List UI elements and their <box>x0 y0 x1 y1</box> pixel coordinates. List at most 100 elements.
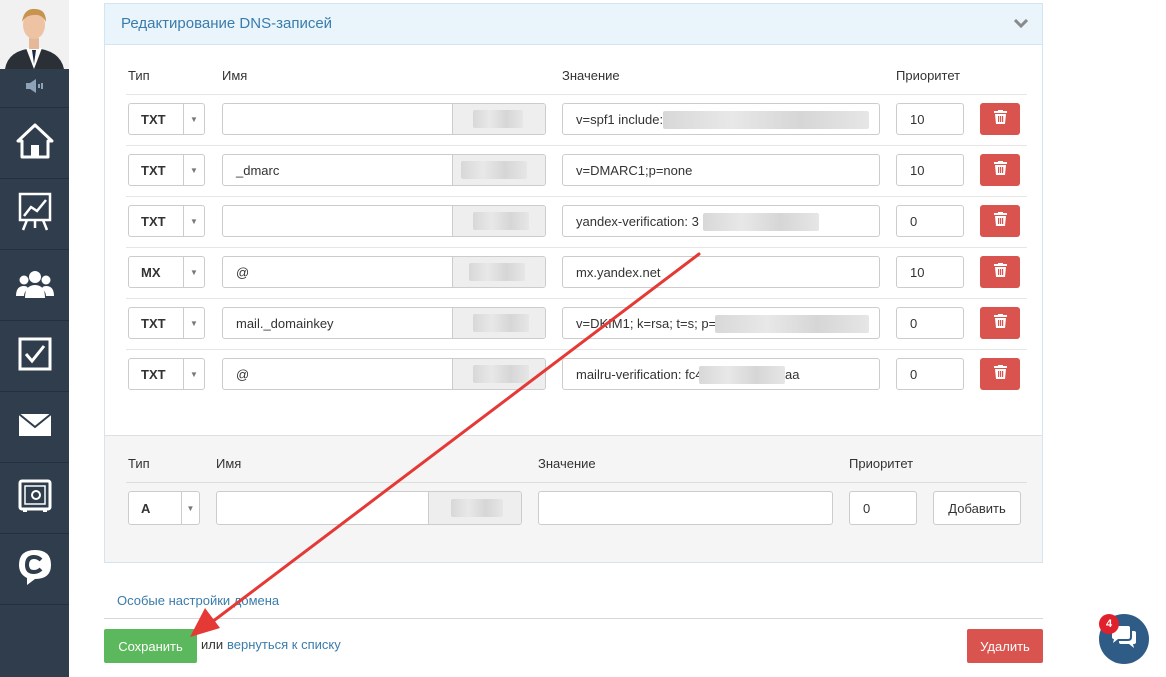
trash-icon <box>993 109 1007 129</box>
record-value-text: mx.yandex.net <box>576 265 661 280</box>
record-value-input[interactable]: mailru-verification: fc4 aa <box>562 358 880 390</box>
record-priority-value: 0 <box>910 367 918 382</box>
record-priority-input[interactable]: 10 <box>896 154 964 186</box>
back-to-list-link[interactable]: вернуться к списку <box>227 637 341 652</box>
record-type-select[interactable]: MX ▼ <box>128 256 205 288</box>
new-record-type-value: A <box>141 501 151 516</box>
record-priority-input[interactable]: 10 <box>896 103 964 135</box>
record-priority-input[interactable]: 0 <box>896 358 964 390</box>
nav-mail[interactable] <box>0 392 69 463</box>
avatar[interactable] <box>0 0 69 69</box>
domain-suffix <box>428 492 521 524</box>
record-priority-value: 0 <box>910 316 918 331</box>
new-record-name-input[interactable] <box>216 491 522 525</box>
caret-down-icon: ▼ <box>181 492 199 524</box>
new-record-value-input[interactable] <box>538 491 833 525</box>
record-name-input[interactable]: _dmarc <box>222 154 546 186</box>
users-icon <box>15 268 54 303</box>
divider <box>104 618 1043 619</box>
domain-suffix <box>452 155 545 185</box>
divider <box>126 196 1027 197</box>
delete-record-button[interactable] <box>980 307 1020 339</box>
redacted-blur <box>703 213 819 231</box>
nav-safe[interactable] <box>0 463 69 534</box>
record-type-value: TXT <box>141 214 166 229</box>
record-priority-input[interactable]: 0 <box>896 205 964 237</box>
record-value-text: v=DKIM1; k=rsa; t=s; p=M <box>576 316 727 331</box>
caret-down-icon: ▼ <box>183 104 204 134</box>
record-name-input[interactable] <box>222 103 546 135</box>
caret-down-icon: ▼ <box>183 257 204 287</box>
new-col-name: Имя <box>216 456 242 471</box>
home-icon <box>16 123 54 164</box>
delete-record-button[interactable] <box>980 154 1020 186</box>
nav-users[interactable] <box>0 250 69 321</box>
record-type-select[interactable]: TXT ▼ <box>128 154 205 186</box>
delete-record-button[interactable] <box>980 256 1020 288</box>
chevron-down-icon[interactable] <box>1013 16 1029 34</box>
record-type-select[interactable]: TXT ▼ <box>128 205 205 237</box>
new-record-type-select[interactable]: A ▼ <box>128 491 200 525</box>
delete-domain-button[interactable]: Удалить <box>967 629 1043 663</box>
panel-title: Редактирование DNS-записей <box>121 15 333 32</box>
record-type-select[interactable]: TXT ▼ <box>128 358 205 390</box>
delete-record-button[interactable] <box>980 358 1020 390</box>
new-record-priority-input[interactable]: 0 <box>849 491 917 525</box>
nav-stats[interactable] <box>0 179 69 250</box>
divider <box>126 145 1027 146</box>
redacted-blur <box>699 366 785 384</box>
record-type-value: TXT <box>141 367 166 382</box>
record-priority-input[interactable]: 10 <box>896 256 964 288</box>
divider <box>126 482 1027 483</box>
sound-toggle[interactable] <box>0 69 69 108</box>
divider <box>126 349 1027 350</box>
nav-tasks[interactable] <box>0 321 69 392</box>
trash-icon <box>993 211 1007 231</box>
caret-down-icon: ▼ <box>183 308 204 338</box>
save-button[interactable]: Сохранить <box>104 629 197 663</box>
col-type: Тип <box>128 68 150 83</box>
record-value-input[interactable]: v=DKIM1; k=rsa; t=s; p=M <box>562 307 880 339</box>
record-type-select[interactable]: TXT ▼ <box>128 307 205 339</box>
trash-icon <box>993 262 1007 282</box>
trash-icon <box>993 364 1007 384</box>
delete-record-button[interactable] <box>980 103 1020 135</box>
record-name-value: @ <box>236 367 250 382</box>
delete-record-button[interactable] <box>980 205 1020 237</box>
caret-down-icon: ▼ <box>183 359 204 389</box>
c-logo-icon <box>17 548 53 591</box>
domain-suffix <box>452 359 545 389</box>
caret-down-icon: ▼ <box>183 155 204 185</box>
record-value-text: v=spf1 include: <box>576 112 664 127</box>
record-type-value: MX <box>141 265 161 280</box>
record-priority-value: 0 <box>910 214 918 229</box>
record-priority-input[interactable]: 0 <box>896 307 964 339</box>
record-name-input[interactable]: @ <box>222 256 546 288</box>
special-settings-link[interactable]: Особые настройки домена <box>117 593 279 608</box>
record-value-input[interactable]: mx.yandex.net <box>562 256 880 288</box>
record-name-value: mail._domainkey <box>236 316 334 331</box>
panel-header: Редактирование DNS-записей <box>105 4 1042 45</box>
record-value-text: mailru-verification: fc4 <box>576 367 703 382</box>
nav-logo[interactable] <box>0 534 69 605</box>
record-value-input[interactable]: v=DMARC1;p=none <box>562 154 880 186</box>
record-type-select[interactable]: TXT ▼ <box>128 103 205 135</box>
record-value-input[interactable]: yandex-verification: 3 <box>562 205 880 237</box>
checkbox-icon <box>18 337 52 376</box>
trash-icon <box>993 313 1007 333</box>
add-record-button[interactable]: Добавить <box>933 491 1021 525</box>
domain-suffix <box>452 206 545 236</box>
col-value: Значение <box>562 68 620 83</box>
record-name-input[interactable] <box>222 205 546 237</box>
divider <box>126 94 1027 95</box>
nav-home[interactable] <box>0 108 69 179</box>
redacted-blur <box>663 111 869 129</box>
record-value-input[interactable]: v=spf1 include: <box>562 103 880 135</box>
chat-badge: 4 <box>1099 614 1119 634</box>
record-name-input[interactable]: mail._domainkey <box>222 307 546 339</box>
record-value-text: yandex-verification: 3 <box>576 214 699 229</box>
domain-suffix <box>452 257 545 287</box>
chart-icon <box>18 192 52 237</box>
record-name-input[interactable]: @ <box>222 358 546 390</box>
new-col-value: Значение <box>538 456 596 471</box>
